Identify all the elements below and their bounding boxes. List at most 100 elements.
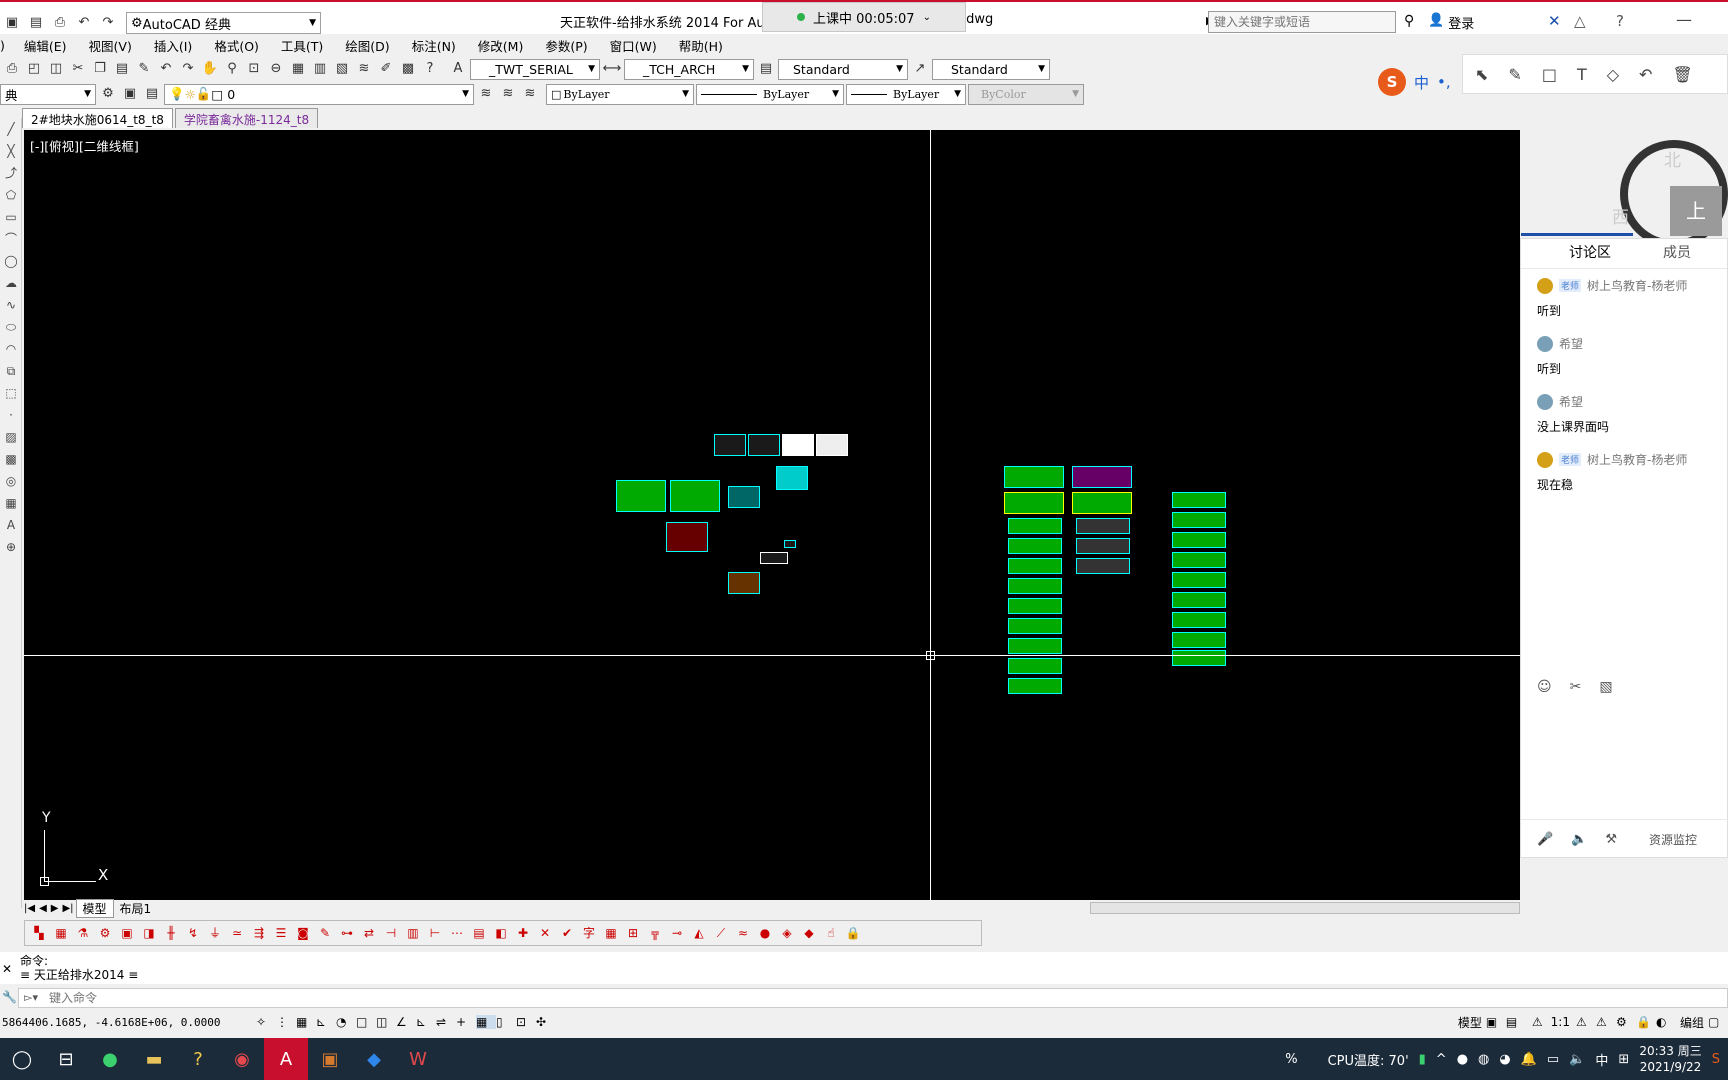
ducs-icon[interactable]: ⊾ [416,1015,436,1029]
tz-save-icon[interactable]: ▣ [117,923,137,943]
annotation-visibility-icon[interactable]: ⚠ [1576,1015,1596,1029]
file-explorer-icon[interactable]: ▬ [132,1038,176,1080]
gradient-icon[interactable]: ▩ [2,448,20,470]
emoji-icon[interactable]: ☺ [1537,679,1552,695]
text-style-dropdown[interactable]: _TWT_SERIAL ▼ [470,58,600,80]
volume-icon[interactable]: 🔈 [1569,1052,1585,1067]
undo-icon[interactable]: ↶ [156,59,176,79]
settings-icon[interactable]: ⚒ [1605,832,1617,847]
osnap-icon[interactable]: □ [356,1015,376,1029]
cut-icon[interactable]: ✂ [68,59,88,79]
task-view-icon[interactable]: ⊟ [44,1038,88,1080]
wrench-icon[interactable]: 🔧 [2,990,17,1004]
quick-view-layouts-icon[interactable]: ▣ [1486,1015,1506,1029]
layer-state-dropdown[interactable]: 典 ▼ [0,83,96,105]
tool-palettes-icon[interactable]: ▧ [332,59,352,79]
properties-icon[interactable]: ▦ [288,59,308,79]
pointer-icon[interactable]: ⬉ [1475,65,1488,84]
tray-app-icon[interactable]: ◕ [1499,1052,1510,1067]
layer-previous-icon[interactable]: ≋ [476,84,496,104]
plot-icon[interactable]: ⎙ [2,59,22,79]
region-icon[interactable]: ◎ [2,470,20,492]
redo-icon[interactable]: ↷ [98,13,118,33]
tab-discussion[interactable]: 讨论区 [1521,233,1633,268]
autoscale-icon[interactable]: ⚠ [1596,1015,1616,1029]
tz-calc-icon[interactable]: ▦ [601,923,621,943]
spline-icon[interactable]: ∿ [2,294,20,316]
3dosnap-icon[interactable]: ◫ [376,1015,396,1029]
scissors-icon[interactable]: ✂ [1570,679,1582,695]
tz-line-icon[interactable]: ⊸ [667,923,687,943]
ortho-icon[interactable]: ⊾ [316,1015,336,1029]
sogou-tray-icon[interactable]: S [1712,1052,1720,1067]
cpu-temperature[interactable]: CPU温度: 70' [1328,1050,1409,1069]
menu-item-edit[interactable]: 编辑(E) [13,36,78,55]
layer-isolate-icon[interactable]: ≋ [520,84,540,104]
circle-icon[interactable]: ◯ [2,250,20,272]
table-style-dropdown[interactable]: Standard ▼ [778,58,908,80]
tz-mark-icon[interactable]: ✕ [535,923,555,943]
polygon-icon[interactable]: ⬠ [2,184,20,206]
horizontal-scrollbar[interactable] [1090,902,1520,914]
wps-icon[interactable]: W [396,1038,440,1080]
menu-item-insert[interactable]: 插入(I) [143,36,203,55]
menu-item-draw[interactable]: 绘图(D) [334,36,400,55]
image-icon[interactable]: ▧ [1599,679,1612,695]
edit-group-label[interactable]: 编组 [1676,1014,1708,1031]
otrack-icon[interactable]: ∠ [396,1015,416,1029]
menu-item-dimension[interactable]: 标注(N) [401,36,467,55]
rectangle-icon[interactable]: ▭ [2,206,20,228]
menu-item-view[interactable]: 视图(V) [78,36,143,55]
media-app-icon[interactable]: ◉ [220,1038,264,1080]
search-icon[interactable]: ◯ [0,1038,44,1080]
rectangle-icon[interactable]: □ [1542,65,1557,84]
line-icon[interactable]: ╱ [2,118,20,140]
compass-north-label[interactable]: 北 [1664,146,1681,171]
layer-dropdown[interactable]: 💡 ☼ 🔓 □ 0 ▼ [164,83,474,105]
tz-branch-icon[interactable]: ⊢ [425,923,445,943]
arc-icon[interactable]: ⌒ [2,228,20,250]
compass-west-label[interactable]: 西 [1612,203,1629,228]
dim-style-dropdown[interactable]: _TCH_ARCH ▼ [624,58,754,80]
tz-arrow-icon[interactable]: ⇄ [359,923,379,943]
mtext-icon[interactable]: A [2,514,20,536]
zoom-window-icon[interactable]: ⊡ [244,59,264,79]
tz-grid-icon[interactable]: ▥ [403,923,423,943]
first-layout-icon[interactable]: |◀ [22,903,37,914]
zoom-previous-icon[interactable]: ⊖ [266,59,286,79]
grid-icon[interactable]: ▦ [296,1015,316,1029]
close-icon[interactable]: ✕ [2,962,12,976]
undo-icon[interactable]: ↶ [1639,65,1652,84]
drawing-canvas[interactable]: [-][俯视][二维线框] Y X [24,130,1520,900]
tz-filter-icon[interactable]: ⚗ [73,923,93,943]
class-status-banner[interactable]: 上课中 00:05:07 ⌄ [762,2,966,32]
prev-layout-icon[interactable]: ◀ [37,903,49,914]
tab-model[interactable]: 模型 [75,898,114,918]
lineweight-dropdown[interactable]: ByLayer ▼ [846,83,966,105]
tray-app-icon[interactable]: ● [1457,1052,1468,1067]
tab-layout1[interactable]: 布局1 [114,900,158,917]
tz-list-icon[interactable]: ☰ [271,923,291,943]
viewcube-top-face[interactable]: 上 [1670,186,1722,236]
tz-cross-icon[interactable]: ✚ [513,923,533,943]
match-properties-icon[interactable]: ✎ [134,59,154,79]
make-current-icon[interactable]: ▤ [142,84,162,104]
publish-icon[interactable]: ◫ [46,59,66,79]
minimize-button[interactable]: — [1676,10,1692,29]
preview-icon[interactable]: ◰ [24,59,44,79]
make-block-icon[interactable]: ⬚ [2,382,20,404]
layer-states-icon[interactable]: ▣ [120,84,140,104]
tz-layer-icon[interactable]: ▦ [51,923,71,943]
help-app-icon[interactable]: ? [176,1038,220,1080]
network-icon[interactable]: ▭ [1547,1052,1559,1067]
polar-icon[interactable]: ◔ [336,1015,356,1029]
resource-monitor-label[interactable]: 资源监控 [1649,831,1697,848]
tz-check-icon[interactable]: ✔ [557,923,577,943]
ellipse-arc-icon[interactable]: ◠ [2,338,20,360]
speaker-icon[interactable]: 🔈 [1571,832,1587,847]
tz-fixture-icon[interactable]: ⇶ [249,923,269,943]
workspace-switch-icon[interactable]: ⚙ [1616,1015,1636,1029]
tz-hand-icon[interactable]: ☝ [821,923,841,943]
tz-pipe-draw-icon[interactable]: ↯ [183,923,203,943]
menu-item-window[interactable]: 窗口(W) [599,36,668,55]
